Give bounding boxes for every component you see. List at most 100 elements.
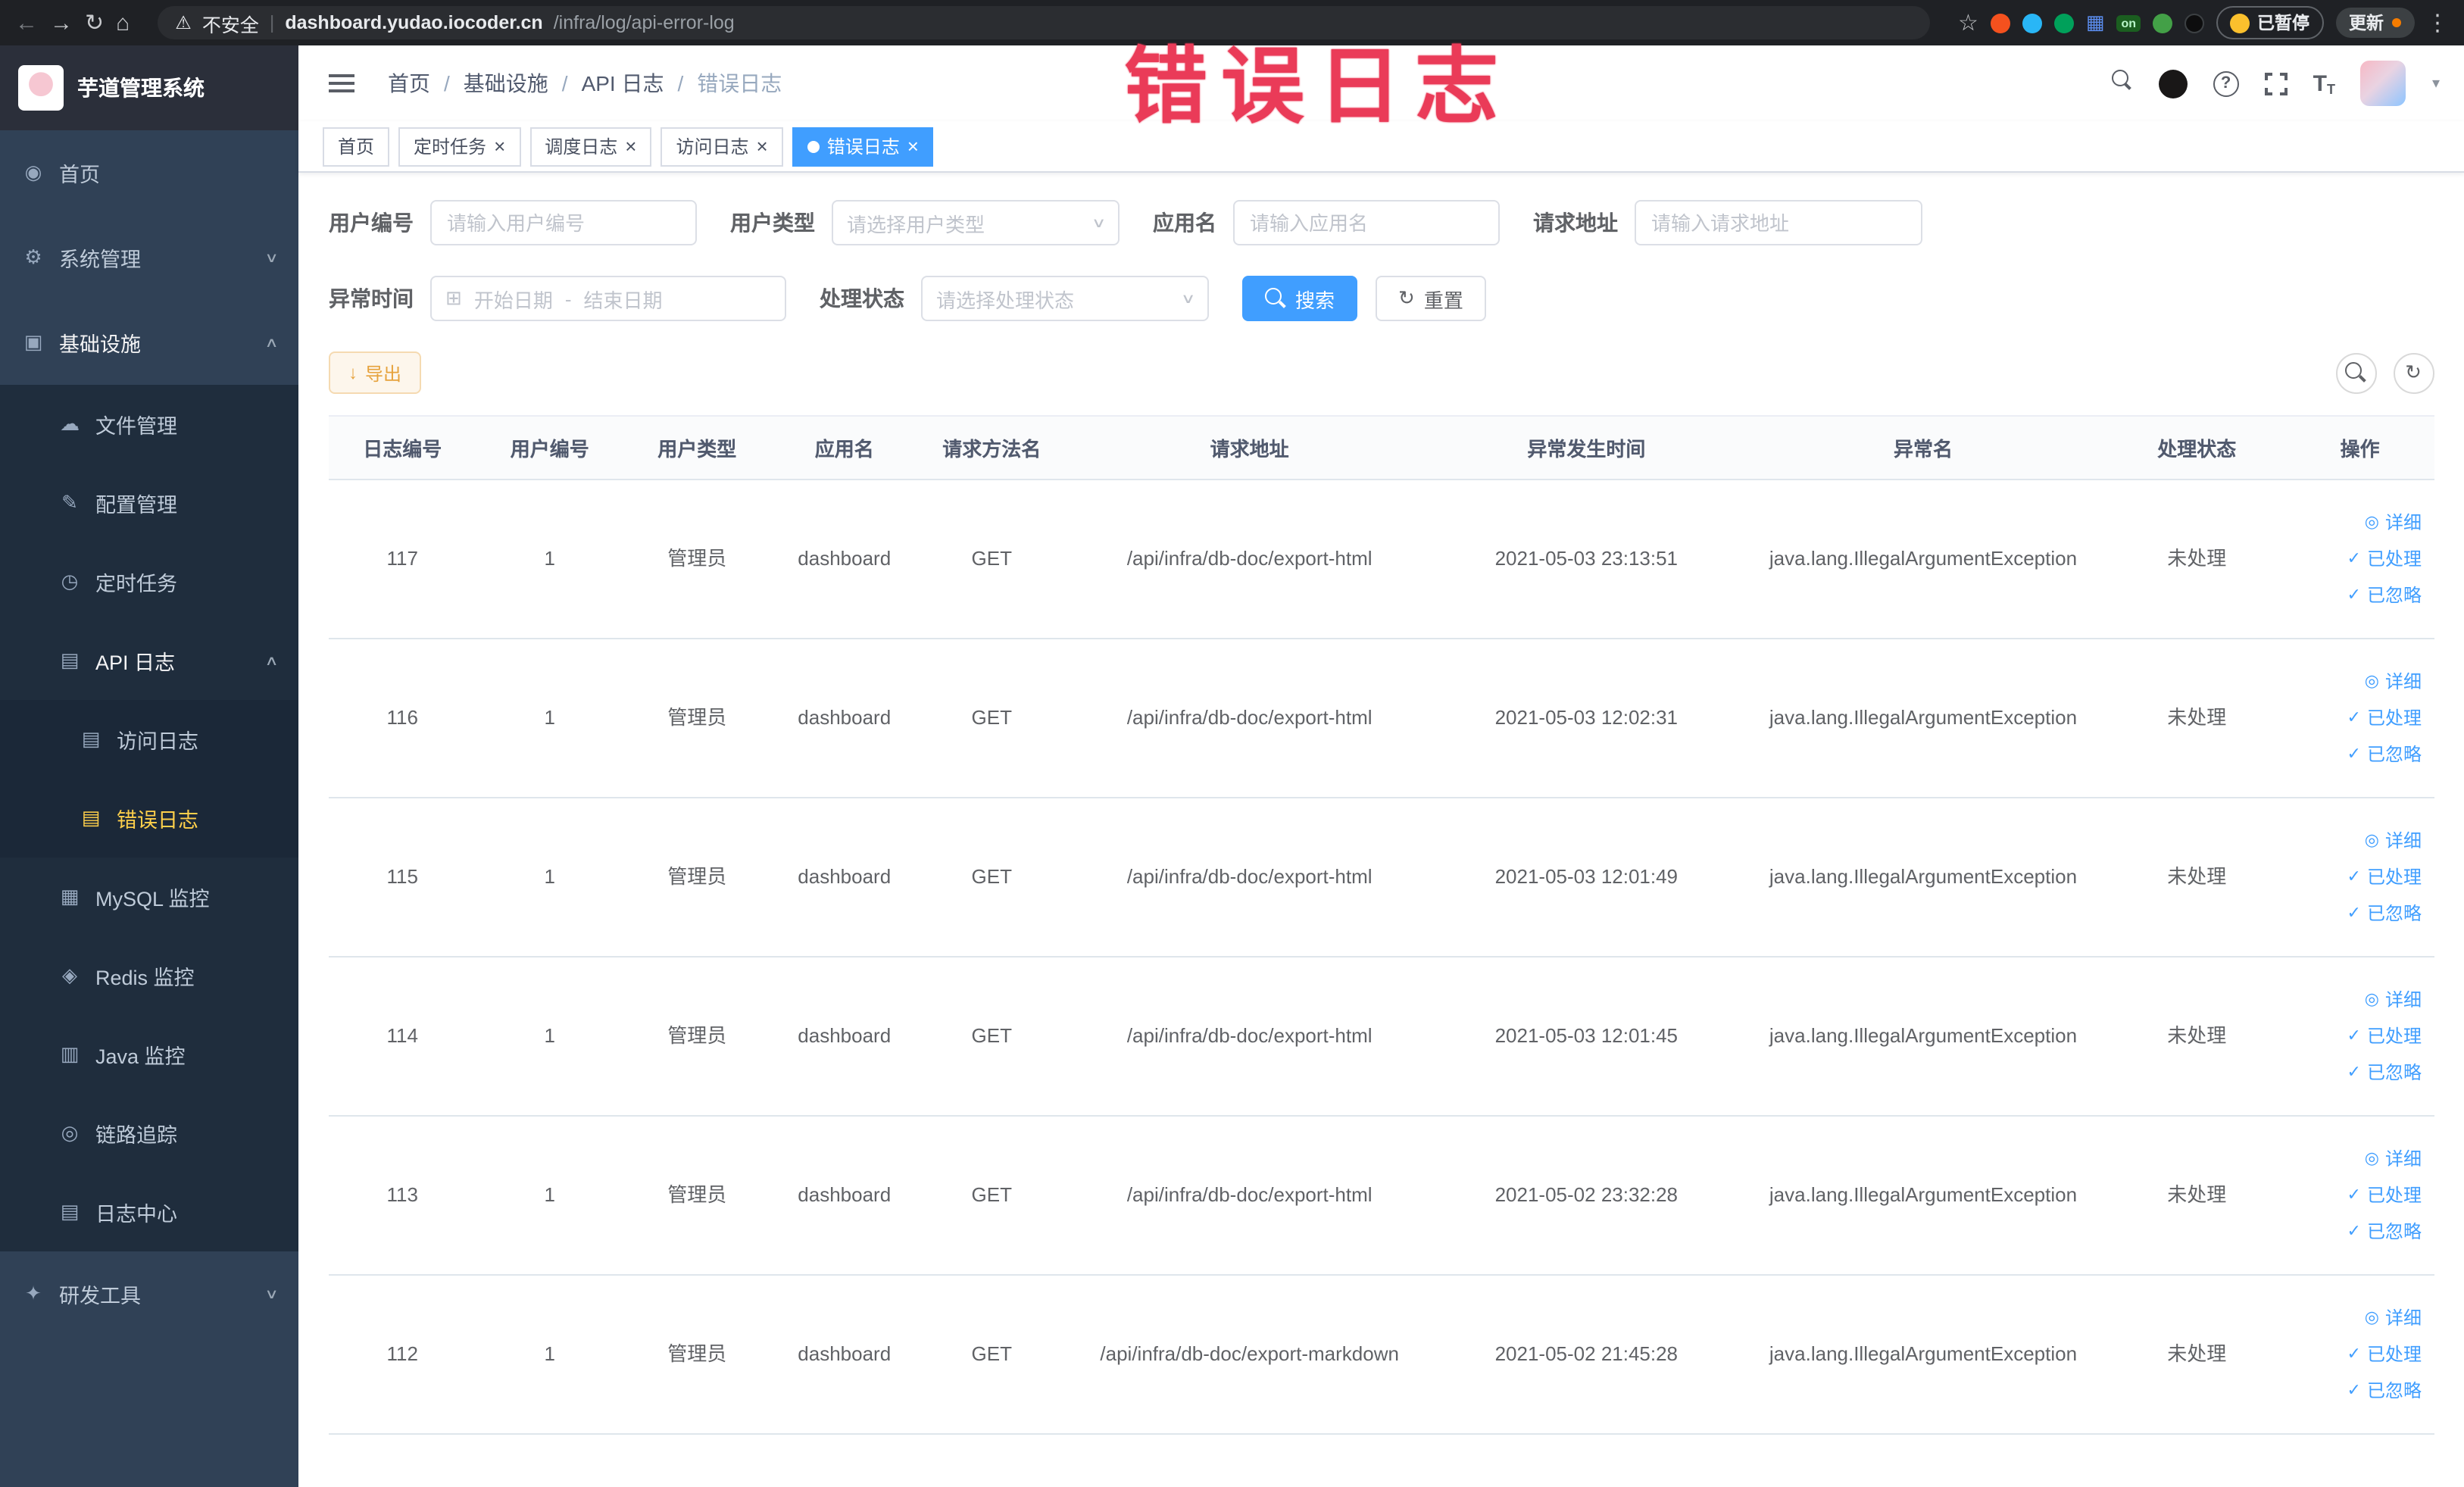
error-log-table: 日志编号 用户编号 用户类型 应用名 请求方法名 请求地址 异常发生时间 异常名…	[329, 415, 2434, 1435]
status-select[interactable]: 请选择处理状态 ∨	[921, 276, 1209, 321]
search-icon[interactable]	[2111, 69, 2133, 98]
extension-grid-icon[interactable]: ▦	[2086, 11, 2105, 35]
processed-link[interactable]: ✓ 已处理	[2292, 1336, 2422, 1373]
toggle-search-button[interactable]	[2335, 352, 2376, 393]
sidebar-toggle-icon[interactable]	[329, 74, 354, 92]
ignored-link[interactable]: ✓ 已忽略	[2292, 736, 2422, 773]
sidebar-item-config-mgmt[interactable]: ✎ 配置管理	[0, 464, 298, 542]
detail-link[interactable]: ◎ 详细	[2292, 823, 2422, 859]
bookmark-star-icon[interactable]: ☆	[1958, 11, 1978, 34]
sidebar-item-tracing[interactable]: ◎ 链路追踪	[0, 1094, 298, 1173]
sidebar-item-scheduled-tasks[interactable]: ◷ 定时任务	[0, 542, 298, 621]
export-button[interactable]: ↓ 导出	[329, 351, 422, 394]
detail-link[interactable]: ◎ 详细	[2292, 505, 2422, 541]
extension-pin-icon[interactable]	[2184, 13, 2204, 33]
ignored-link[interactable]: ✓ 已忽略	[2292, 1373, 2422, 1409]
detail-link[interactable]: ◎ 详细	[2292, 1141, 2422, 1177]
address-bar[interactable]: ⚠ 不安全 | dashboard.yudao.iocoder.cn /infr…	[157, 6, 1931, 39]
cell-user-id: 1	[476, 798, 623, 957]
request-url-input[interactable]	[1635, 200, 1922, 245]
ignored-link[interactable]: ✓ 已忽略	[2292, 1054, 2422, 1091]
close-icon[interactable]: ×	[625, 136, 636, 156]
font-size-icon[interactable]: TT	[2313, 70, 2335, 96]
sidebar-item-redis-monitor[interactable]: ◈ Redis 监控	[0, 936, 298, 1015]
tag-dispatch-log[interactable]: 调度日志 ×	[529, 127, 652, 166]
update-button[interactable]: 更新	[2335, 8, 2414, 38]
profile-paused-badge[interactable]: 已暂停	[2216, 6, 2323, 39]
cell-app-name: dashboard	[770, 798, 918, 957]
user-type-select[interactable]: 请选择用户类型 ∨	[832, 200, 1120, 245]
close-icon[interactable]: ×	[907, 136, 919, 156]
help-icon[interactable]: ?	[2213, 70, 2239, 96]
refresh-button[interactable]: ↻	[2393, 352, 2434, 393]
table-row: 115 1 管理员 dashboard GET /api/infra/db-do…	[329, 798, 2434, 957]
processed-link[interactable]: ✓ 已处理	[2292, 1018, 2422, 1054]
reset-button[interactable]: ↻ 重置	[1376, 276, 1486, 321]
ignored-link[interactable]: ✓ 已忽略	[2292, 895, 2422, 932]
browser-actions: ☆ ▦ on 已暂停 更新 ⋮	[1958, 6, 2449, 39]
caret-down-icon[interactable]: ▾	[2432, 75, 2440, 92]
extension-icon[interactable]	[2022, 13, 2042, 33]
tag-error-log[interactable]: 错误日志 ×	[792, 127, 934, 166]
extension-icon[interactable]	[1990, 13, 2010, 33]
date-range-picker[interactable]: ⊞ 开始日期 - 结束日期	[430, 276, 786, 321]
search-button[interactable]: 搜索	[1242, 276, 1358, 321]
error-log-icon: ▤	[81, 806, 101, 829]
processed-link[interactable]: ✓ 已处理	[2292, 541, 2422, 577]
breadcrumb-home[interactable]: 首页	[388, 68, 430, 98]
status-label: 处理状态	[820, 286, 904, 311]
sidebar-item-home[interactable]: ◉ 首页	[0, 130, 298, 215]
reload-icon[interactable]: ↻	[85, 11, 104, 34]
user-id-input[interactable]	[430, 200, 697, 245]
sidebar-item-api-logs[interactable]: ▤ API 日志 ∧	[0, 621, 298, 700]
processed-link[interactable]: ✓ 已处理	[2292, 1177, 2422, 1214]
ignored-link[interactable]: ✓ 已忽略	[2292, 1214, 2422, 1250]
cell-log-id: 117	[329, 480, 476, 639]
cell-user-type: 管理员	[623, 639, 771, 798]
cell-time: 2021-05-03 12:02:31	[1433, 639, 1739, 798]
sidebar-item-system-mgmt[interactable]: ⚙ 系统管理 ∨	[0, 215, 298, 300]
detail-link[interactable]: ◎ 详细	[2292, 1300, 2422, 1336]
back-icon[interactable]: ←	[15, 11, 38, 34]
cell-user-id: 1	[476, 480, 623, 639]
cell-log-id: 114	[329, 957, 476, 1117]
cell-request-url: /api/infra/db-doc/export-html	[1065, 798, 1434, 957]
cell-method: GET	[918, 957, 1066, 1117]
fullscreen-icon[interactable]	[2264, 72, 2288, 95]
processed-link[interactable]: ✓ 已处理	[2292, 859, 2422, 895]
extension-icon[interactable]	[2153, 13, 2172, 33]
sidebar-item-log-center[interactable]: ▤ 日志中心	[0, 1173, 298, 1251]
ignored-link[interactable]: ✓ 已忽略	[2292, 577, 2422, 614]
extension-icon[interactable]	[2053, 13, 2074, 33]
close-icon[interactable]: ×	[757, 136, 768, 156]
tag-scheduled-tasks[interactable]: 定时任务 ×	[398, 127, 521, 166]
refresh-icon: ↻	[1398, 286, 1415, 309]
sidebar-item-infrastructure[interactable]: ▣ 基础设施 ∧	[0, 300, 298, 385]
sidebar-item-access-log[interactable]: ▤ 访问日志	[0, 700, 298, 779]
cell-request-url: /api/infra/db-doc/export-html	[1065, 639, 1434, 798]
breadcrumb-api-logs[interactable]: API 日志	[582, 68, 664, 98]
check-icon: ✓	[2347, 745, 2361, 764]
app-name-input[interactable]	[1233, 200, 1500, 245]
sidebar-item-dev-tools[interactable]: ✦ 研发工具 ∨	[0, 1251, 298, 1336]
detail-link[interactable]: ◎ 详细	[2292, 664, 2422, 700]
tag-access-log[interactable]: 访问日志 ×	[661, 127, 783, 166]
detail-link[interactable]: ◎ 详细	[2292, 982, 2422, 1018]
log-center-icon: ▤	[60, 1200, 80, 1223]
processed-link[interactable]: ✓ 已处理	[2292, 700, 2422, 736]
extension-on-badge[interactable]: on	[2116, 14, 2141, 31]
paused-label: 已暂停	[2257, 15, 2309, 33]
close-icon[interactable]: ×	[494, 136, 505, 156]
sidebar-item-java-monitor[interactable]: ▥ Java 监控	[0, 1015, 298, 1094]
cell-user-type: 管理员	[623, 1275, 771, 1435]
avatar[interactable]	[2360, 61, 2406, 106]
sidebar-item-file-mgmt[interactable]: ☁ 文件管理	[0, 385, 298, 464]
breadcrumb-infrastructure[interactable]: 基础设施	[464, 68, 548, 98]
home-icon[interactable]: ⌂	[116, 11, 130, 34]
menu-dots-icon[interactable]: ⋮	[2426, 11, 2449, 34]
tag-home[interactable]: 首页	[323, 127, 390, 166]
sidebar-item-mysql-monitor[interactable]: ▦ MySQL 监控	[0, 858, 298, 936]
forward-icon[interactable]: →	[50, 11, 73, 34]
github-icon[interactable]	[2158, 69, 2188, 98]
sidebar-item-error-log[interactable]: ▤ 错误日志	[0, 779, 298, 858]
